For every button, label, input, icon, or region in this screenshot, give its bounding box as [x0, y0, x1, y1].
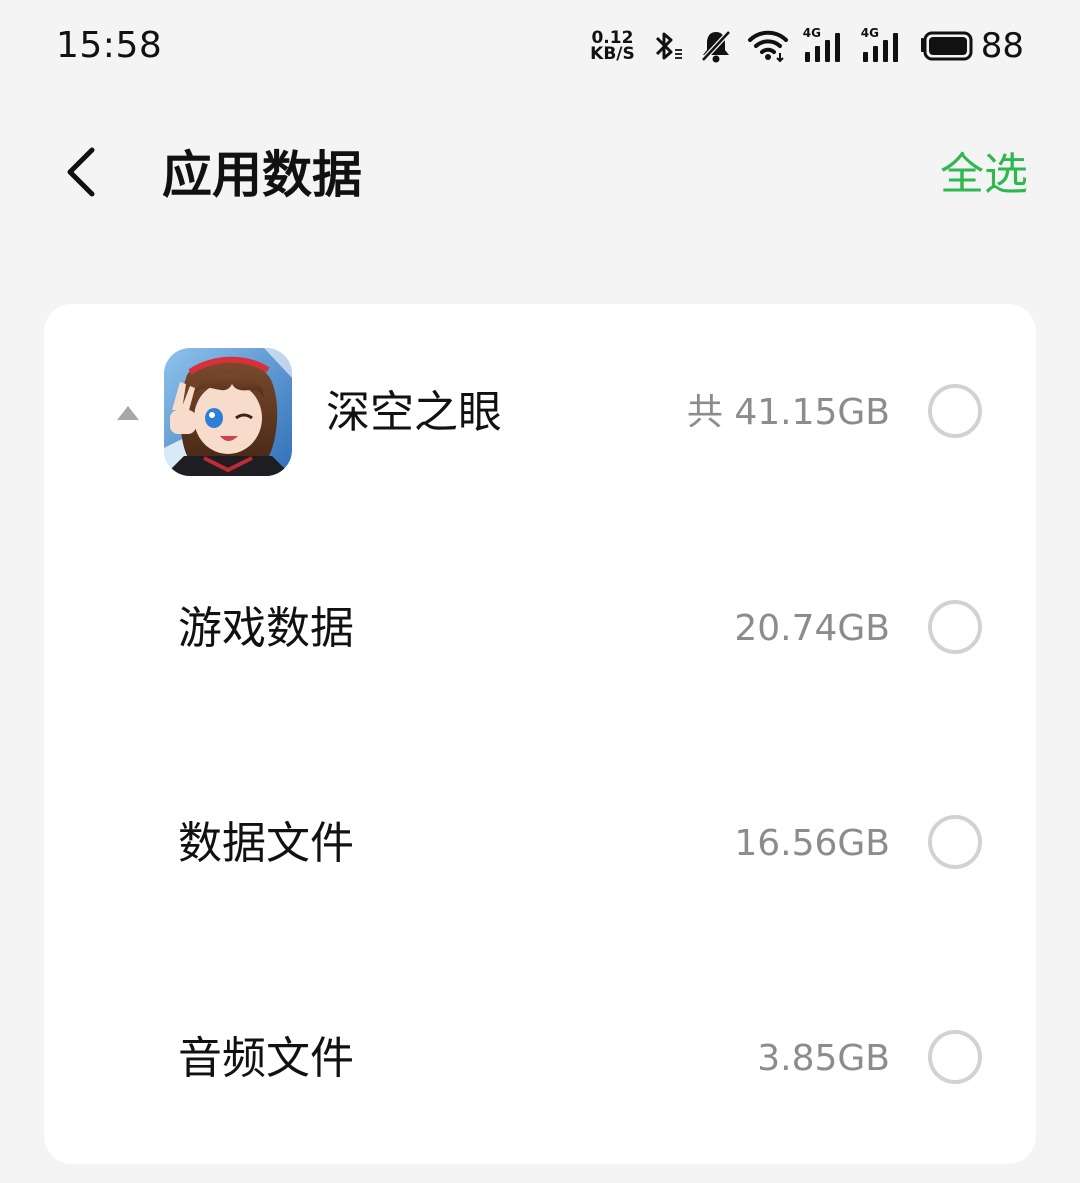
- network-speed: 0.12 KB/S: [590, 30, 635, 64]
- page-title: 应用数据: [162, 146, 362, 204]
- app-select-radio[interactable]: [928, 384, 982, 438]
- header: 应用数据 全选: [0, 120, 1080, 230]
- battery-icon: [919, 31, 973, 61]
- app-data-card: 深空之眼 共 41.15GB 游戏数据 20.74GB 数据文件 16.56GB…: [44, 304, 1036, 1164]
- item-label: 数据文件: [178, 818, 354, 869]
- app-total-size: 共 41.15GB: [686, 392, 890, 433]
- back-chevron-icon: [67, 147, 95, 197]
- list-item-game-data[interactable]: 游戏数据 20.74GB: [44, 522, 1036, 737]
- item-label: 音频文件: [178, 1033, 354, 1084]
- item-label: 游戏数据: [178, 603, 354, 654]
- mute-bell-icon: [699, 28, 733, 64]
- app-icon: [164, 348, 292, 476]
- item-size: 20.74GB: [734, 608, 890, 649]
- collapse-arrow-icon[interactable]: [116, 404, 140, 422]
- status-icons: 0.12 KB/S 4G 4G 88: [590, 22, 1024, 70]
- item-size: 16.56GB: [734, 823, 890, 864]
- list-item-audio-files[interactable]: 音频文件 3.85GB: [44, 952, 1036, 1167]
- wifi-icon: [747, 29, 789, 63]
- list-item-data-files[interactable]: 数据文件 16.56GB: [44, 737, 1036, 952]
- app-row[interactable]: 深空之眼 共 41.15GB: [44, 304, 1036, 522]
- battery: 88: [919, 26, 1024, 66]
- signal-4g-label: 4G: [802, 26, 821, 40]
- network-speed-unit: KB/S: [590, 44, 635, 64]
- item-select-radio[interactable]: [928, 815, 982, 869]
- battery-level: 88: [980, 26, 1024, 66]
- signal-4g-icon-1: 4G: [802, 26, 847, 64]
- bluetooth-icon: [649, 28, 685, 64]
- status-bar: 15:58 0.12 KB/S 4G 4G 88: [0, 0, 1080, 96]
- item-select-radio[interactable]: [928, 1030, 982, 1084]
- item-size: 3.85GB: [757, 1038, 890, 1079]
- item-select-radio[interactable]: [928, 600, 982, 654]
- signal-4g-icon-2: 4G: [860, 26, 905, 64]
- app-name: 深空之眼: [326, 387, 502, 438]
- select-all-button[interactable]: 全选: [940, 146, 1028, 204]
- status-time: 15:58: [56, 25, 163, 66]
- signal-4g-label: 4G: [860, 26, 879, 40]
- back-button[interactable]: [50, 140, 114, 204]
